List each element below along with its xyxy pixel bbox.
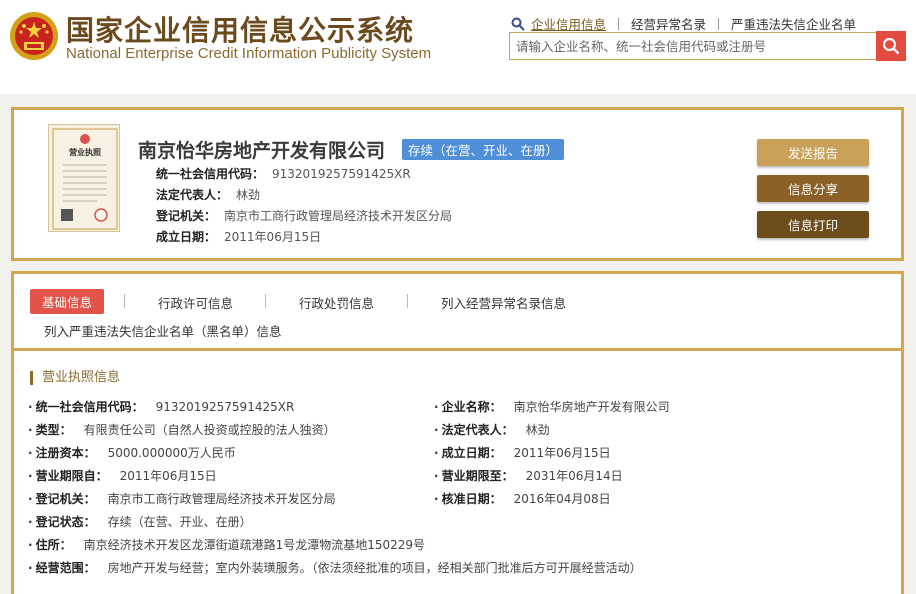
svg-text:营业执照: 营业执照	[69, 147, 101, 157]
field-label: 类型：	[35, 423, 72, 437]
field-row: 企业名称： 南京怡华房地产开发有限公司	[434, 398, 670, 415]
field-value: 南京经济技术开发区龙潭街道疏港路1号龙潭物流基地150229号	[83, 538, 426, 552]
print-info-button[interactable]: 信息打印	[757, 211, 869, 238]
field-value: 2016年04月08日	[513, 492, 611, 506]
national-emblem-icon	[10, 12, 58, 60]
status-badge: 存续（在营、开业、在册）	[402, 139, 565, 160]
field-row: 法定代表人： 林劲	[434, 421, 550, 438]
site-header: 国家企业信用信息公示系统 National Enterprise Credit …	[0, 0, 916, 94]
search-input[interactable]	[509, 32, 877, 60]
field-label: 登记机关：	[156, 209, 217, 223]
field-label: 登记状态：	[35, 515, 96, 529]
field-value: 2031年06月14日	[525, 469, 623, 483]
field-value: 有限责任公司（自然人投资或控股的法人独资）	[83, 423, 336, 437]
field-label: 成立日期：	[156, 230, 217, 244]
tab-abnormal-list[interactable]: 列入经营异常名录信息	[441, 293, 566, 312]
tab-divider	[124, 294, 125, 308]
field-label: 注册资本：	[35, 446, 96, 460]
field-row: 统一社会信用代码： 9132019257591425XR	[28, 398, 295, 415]
registration-authority-row: 登记机关： 南京市工商行政管理局经济技术开发区分局	[156, 207, 452, 224]
nav-blacklist[interactable]: 严重违法失信企业名单	[731, 14, 856, 33]
field-row: 注册资本： 5000.000000万人民币	[28, 444, 236, 461]
field-label: 法定代表人：	[441, 423, 514, 437]
tab-admin-license[interactable]: 行政许可信息	[158, 293, 233, 312]
field-label: 统一社会信用代码：	[35, 400, 144, 414]
field-label: 法定代表人：	[156, 188, 229, 202]
field-value: 南京市工商行政管理局经济技术开发区分局	[107, 492, 336, 506]
field-value: 9132019257591425XR	[155, 400, 295, 414]
established-date-row: 成立日期： 2011年06月15日	[156, 228, 321, 245]
field-label: 营业期限自：	[35, 469, 108, 483]
field-row: 经营范围： 房地产开发与经营；室内外装璜服务。（依法须经批准的项目，经相关部门批准…	[28, 559, 642, 576]
business-license-image: 营业执照	[48, 124, 120, 232]
send-report-button[interactable]: 发送报告	[757, 139, 869, 166]
field-row: 登记状态： 存续（在营、开业、在册）	[28, 513, 252, 530]
nav-divider	[618, 17, 620, 30]
tab-bar: 基础信息 行政许可信息 行政处罚信息 列入经营异常名录信息 列入严重违法失信企业…	[14, 274, 901, 349]
field-value: 存续（在营、开业、在册）	[107, 515, 252, 529]
field-row: 成立日期： 2011年06月15日	[434, 444, 611, 461]
field-value: 林劲	[525, 423, 550, 437]
tab-blacklist[interactable]: 列入严重违法失信企业名单（黑名单）信息	[44, 321, 282, 340]
field-label: 核准日期：	[441, 492, 502, 506]
field-value: 2011年06月15日	[224, 230, 322, 244]
company-name: 南京怡华房地产开发有限公司	[138, 140, 386, 162]
credit-code-row: 统一社会信用代码： 9132019257591425XR	[156, 165, 411, 182]
details-panel: 基础信息 行政许可信息 行政处罚信息 列入经营异常名录信息 列入严重违法失信企业…	[11, 271, 904, 594]
tab-basic-info[interactable]: 基础信息	[30, 289, 105, 314]
field-label: 经营范围：	[35, 561, 96, 575]
field-value: 南京市工商行政管理局经济技术开发区分局	[224, 209, 453, 223]
nav-enterprise-credit[interactable]: 企业信用信息	[531, 14, 606, 33]
field-value: 林劲	[236, 188, 261, 202]
field-row: 营业期限至： 2031年06月14日	[434, 467, 623, 484]
field-row: 核准日期： 2016年04月08日	[434, 490, 611, 507]
site-logo-title: 国家企业信用信息公示系统	[66, 14, 415, 47]
tab-admin-penalty[interactable]: 行政处罚信息	[299, 293, 374, 312]
search-icon	[511, 17, 525, 31]
field-value: 2011年06月15日	[119, 469, 217, 483]
field-row: 住所： 南京经济技术开发区龙潭街道疏港路1号龙潭物流基地150229号	[28, 536, 425, 553]
tab-divider	[407, 294, 408, 308]
search-button[interactable]	[876, 31, 906, 61]
top-nav: 企业信用信息 经营异常名录 严重违法失信企业名单	[511, 14, 856, 33]
share-info-button[interactable]: 信息分享	[757, 175, 869, 202]
field-row: 类型： 有限责任公司（自然人投资或控股的法人独资）	[28, 421, 336, 438]
field-value: 南京怡华房地产开发有限公司	[513, 400, 670, 414]
legal-rep-row: 法定代表人： 林劲	[156, 186, 260, 203]
field-label: 住所：	[35, 538, 72, 552]
field-label: 营业期限至：	[441, 469, 514, 483]
section-title: 营业执照信息	[30, 371, 120, 385]
site-logo-subtitle: National Enterprise Credit Information P…	[66, 45, 432, 62]
field-value: 9132019257591425XR	[272, 167, 411, 181]
field-value: 房地产开发与经营；室内外装璜服务。（依法须经批准的项目，经相关部门批准后方可开展…	[107, 561, 642, 575]
field-label: 登记机关：	[35, 492, 96, 506]
field-row: 营业期限自： 2011年06月15日	[28, 467, 217, 484]
license-info-section: 营业执照信息 统一社会信用代码： 9132019257591425XR 类型： 有限…	[14, 351, 901, 594]
field-label: 企业名称：	[441, 400, 502, 414]
field-label: 统一社会信用代码：	[156, 167, 265, 181]
field-value: 2011年06月15日	[513, 446, 611, 460]
search-icon	[882, 37, 900, 55]
field-label: 成立日期：	[441, 446, 502, 460]
nav-divider	[718, 17, 720, 30]
field-value: 5000.000000万人民币	[107, 446, 236, 460]
nav-abnormal-list[interactable]: 经营异常名录	[631, 14, 706, 33]
tab-divider	[265, 294, 266, 308]
company-summary-card: 营业执照 南京怡华房地产开发有限公司 存续（在营、开业、在册） 统一社会信用代码…	[11, 107, 904, 261]
field-row: 登记机关： 南京市工商行政管理局经济技术开发区分局	[28, 490, 336, 507]
